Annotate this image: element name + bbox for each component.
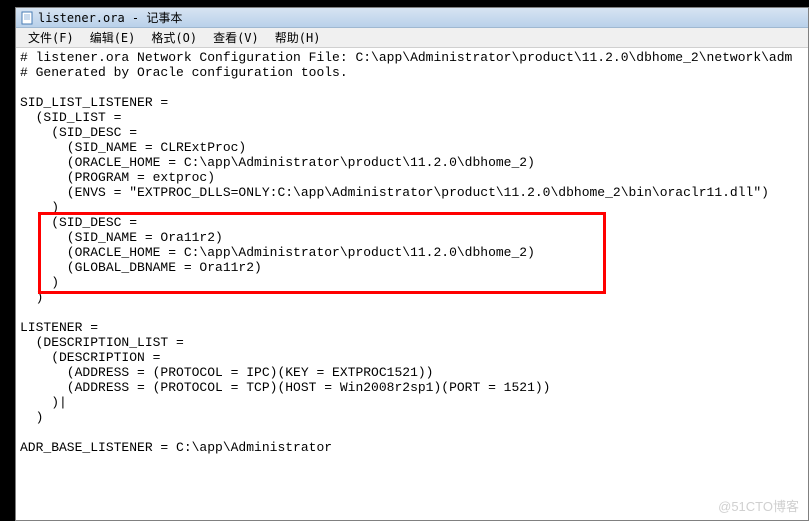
text-line: (SID_LIST =	[20, 110, 121, 125]
text-line: (ADDRESS = (PROTOCOL = TCP)(HOST = Win20…	[20, 380, 551, 395]
text-line: )	[20, 410, 43, 425]
menu-edit[interactable]: 编辑(E)	[82, 27, 144, 48]
text-line: (GLOBAL_DBNAME = Ora11r2)	[20, 260, 262, 275]
text-line: (PROGRAM = extproc)	[20, 170, 215, 185]
text-line: (DESCRIPTION =	[20, 350, 160, 365]
menu-view[interactable]: 查看(V)	[205, 27, 267, 48]
menu-help[interactable]: 帮助(H)	[267, 27, 329, 48]
text-line: (ORACLE_HOME = C:\app\Administrator\prod…	[20, 245, 535, 260]
text-line: (DESCRIPTION_LIST =	[20, 335, 184, 350]
text-line: (ADDRESS = (PROTOCOL = IPC)(KEY = EXTPRO…	[20, 365, 433, 380]
text-line: # Generated by Oracle configuration tool…	[20, 65, 348, 80]
text-line: )	[20, 275, 59, 290]
background-terminal-strip	[0, 0, 15, 521]
editor-content[interactable]: # listener.ora Network Configuration Fil…	[16, 48, 808, 520]
text-line: SID_LIST_LISTENER =	[20, 95, 168, 110]
text-line: LISTENER =	[20, 320, 98, 335]
text-line: (ORACLE_HOME = C:\app\Administrator\prod…	[20, 155, 535, 170]
text-line: (SID_NAME = CLRExtProc)	[20, 140, 246, 155]
titlebar[interactable]: listener.ora - 记事本	[16, 8, 808, 28]
text-line: )	[20, 290, 43, 305]
text-line: # listener.ora Network Configuration Fil…	[20, 50, 792, 65]
notepad-icon	[20, 11, 34, 25]
menu-file[interactable]: 文件(F)	[20, 27, 82, 48]
window-title: listener.ora - 记事本	[38, 9, 182, 26]
menubar: 文件(F) 编辑(E) 格式(O) 查看(V) 帮助(H)	[16, 28, 808, 48]
text-line: (SID_DESC =	[20, 125, 137, 140]
menu-format[interactable]: 格式(O)	[143, 27, 205, 48]
text-line: )	[20, 200, 59, 215]
watermark: @51CTO博客	[718, 496, 799, 515]
text-line: (SID_DESC =	[20, 215, 137, 230]
text-line: ADR_BASE_LISTENER = C:\app\Administrator	[20, 440, 332, 455]
text-line: (SID_NAME = Ora11r2)	[20, 230, 223, 245]
text-line: (ENVS = "EXTPROC_DLLS=ONLY:C:\app\Admini…	[20, 185, 769, 200]
notepad-window: listener.ora - 记事本 文件(F) 编辑(E) 格式(O) 查看(…	[15, 7, 809, 521]
text-line: )|	[20, 395, 67, 410]
